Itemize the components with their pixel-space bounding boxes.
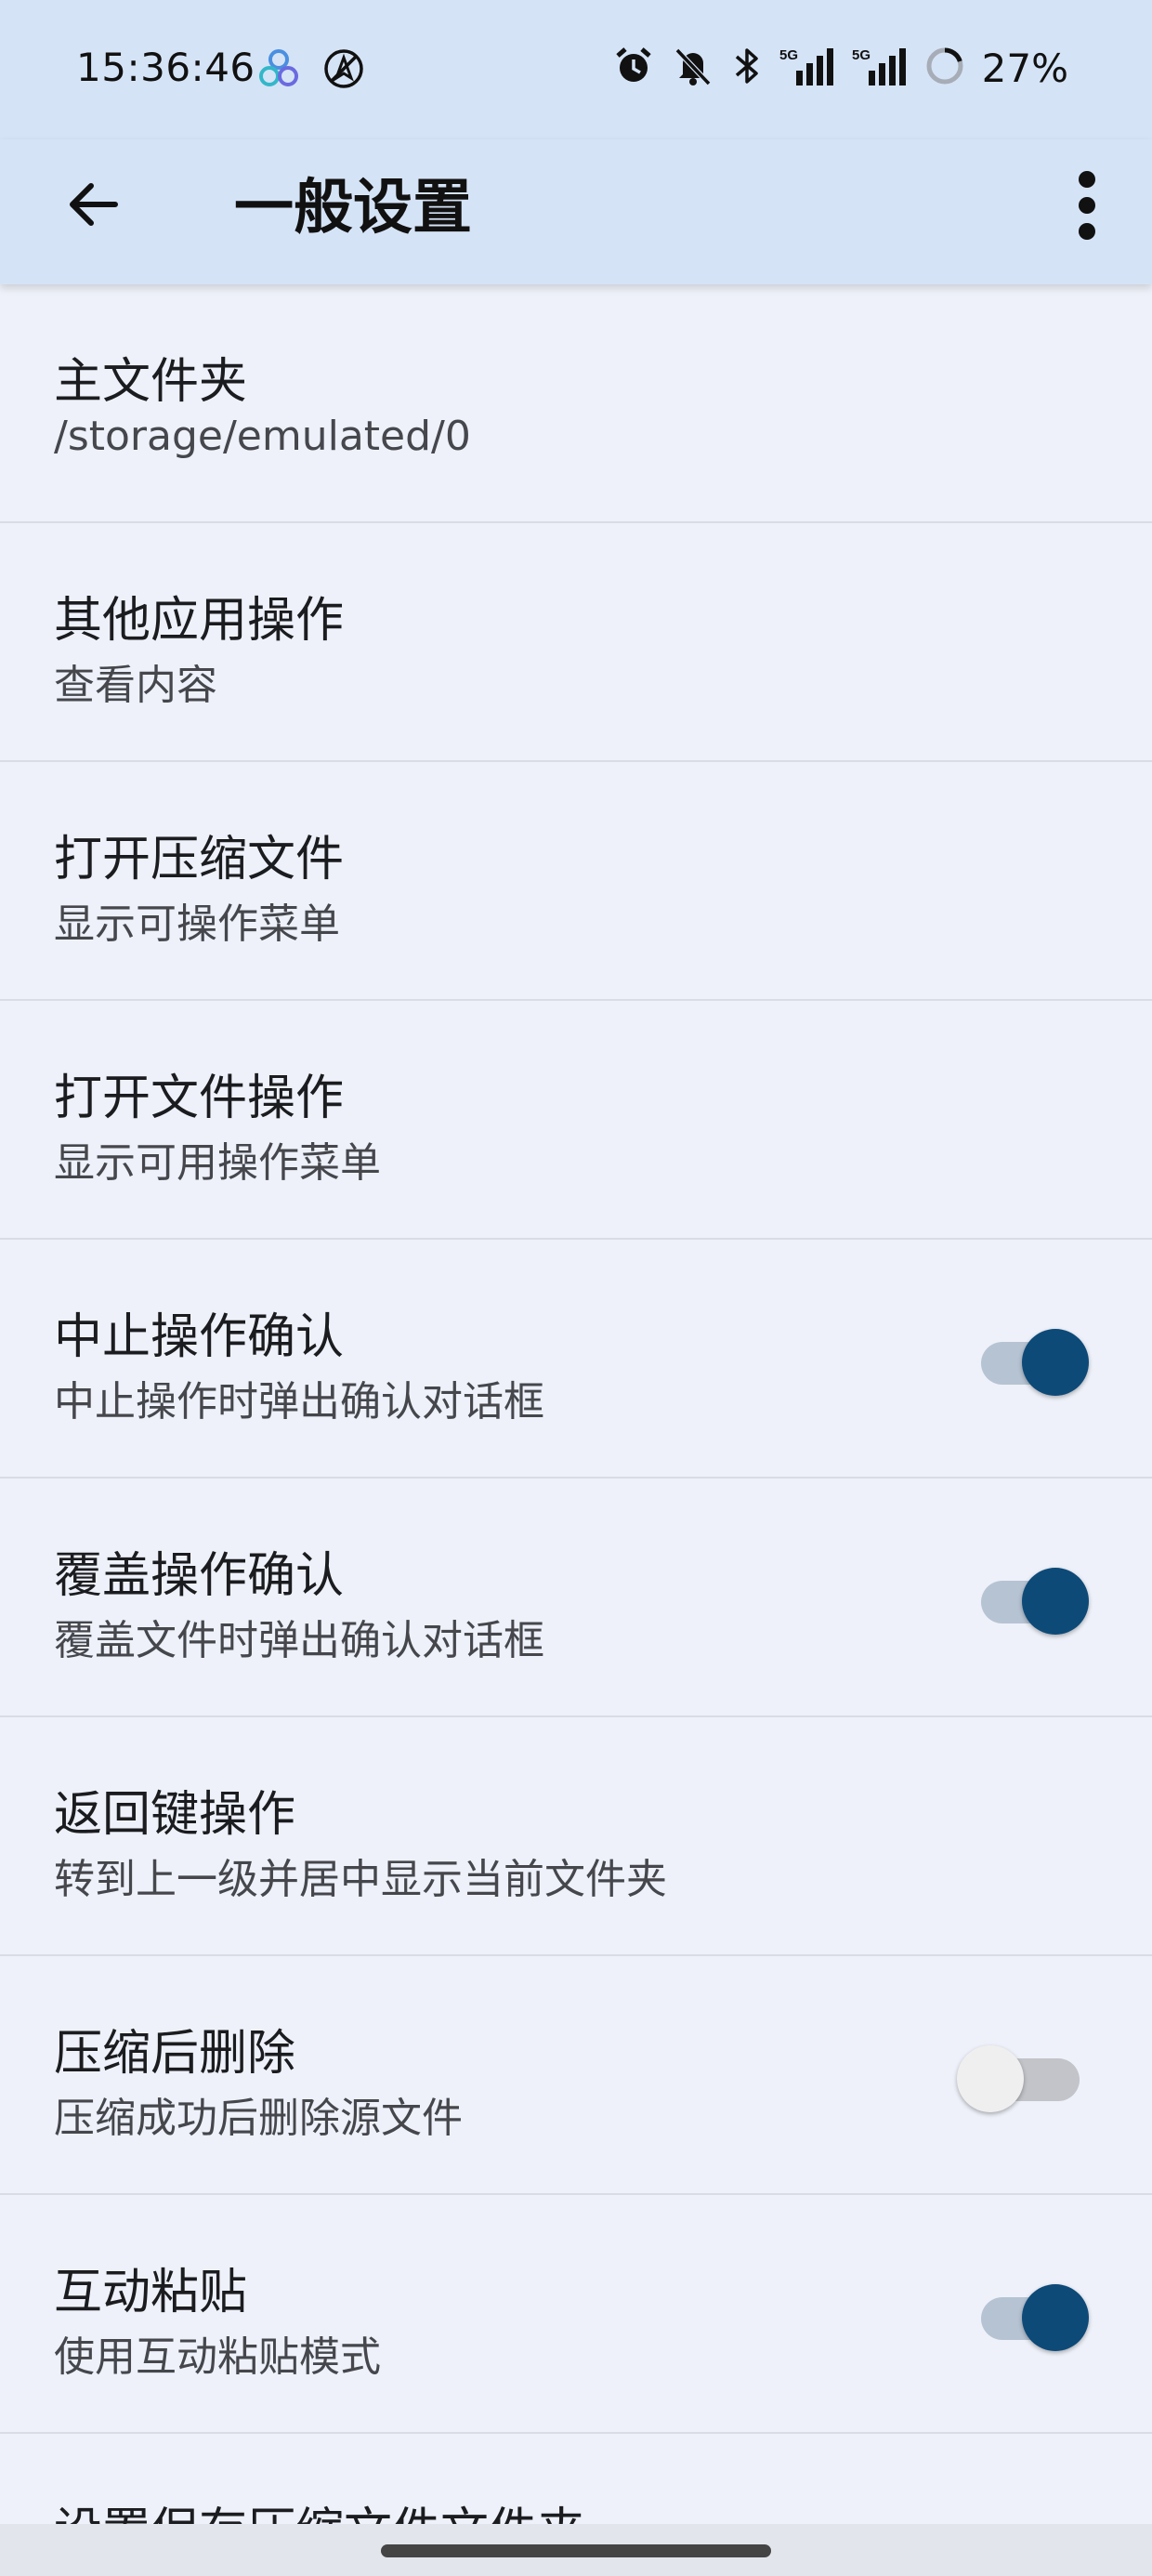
- setting-subtitle: 压缩成功后删除源文件: [54, 2095, 463, 2142]
- more-options-button[interactable]: [1050, 156, 1124, 258]
- setting-subtitle: 显示可用操作菜单: [54, 1139, 381, 1187]
- setting-title: 其他应用操作: [54, 593, 345, 649]
- mute-icon: [672, 45, 714, 91]
- app-notification-icon: [256, 46, 301, 95]
- signal-5g-icon: 5G: [779, 45, 835, 91]
- arrow-back-icon: [63, 175, 123, 238]
- setting-title: 打开压缩文件: [54, 832, 345, 887]
- setting-subtitle: 查看内容: [54, 662, 217, 709]
- setting-open-file-action[interactable]: 打开文件操作 显示可用操作菜单: [0, 1001, 1152, 1240]
- status-bar: 15:36:46 5G 5G 27%: [0, 0, 1152, 139]
- setting-subtitle: 使用互动粘贴模式: [54, 2333, 381, 2381]
- delete-after-compress-toggle[interactable]: [957, 2042, 1089, 2116]
- setting-other-app-action[interactable]: 其他应用操作 查看内容: [0, 523, 1152, 762]
- overwrite-confirm-toggle[interactable]: [977, 1564, 1089, 1638]
- bluetooth-icon: [731, 45, 763, 91]
- interactive-paste-toggle[interactable]: [977, 2280, 1089, 2355]
- setting-title: 覆盖操作确认: [54, 1548, 345, 1604]
- setting-back-key-action[interactable]: 返回键操作 转到上一级并居中显示当前文件夹: [0, 1717, 1152, 1956]
- home-gesture-handle[interactable]: [381, 2544, 771, 2557]
- no-location-icon: [321, 46, 366, 95]
- setting-title: 主文件夹: [54, 354, 248, 410]
- setting-subtitle: /storage/emulated/0: [54, 413, 471, 460]
- setting-title: 压缩后删除: [54, 2026, 296, 2082]
- status-time: 15:36:46: [76, 45, 255, 90]
- back-button[interactable]: [48, 162, 137, 251]
- setting-subtitle: 转到上一级并居中显示当前文件夹: [54, 1856, 667, 1903]
- page-title: 一般设置: [234, 174, 472, 243]
- svg-text:5G: 5G: [852, 47, 871, 63]
- setting-title: 互动粘贴: [54, 2265, 248, 2320]
- setting-overwrite-confirm[interactable]: 覆盖操作确认 覆盖文件时弹出确认对话框: [0, 1479, 1152, 1717]
- battery-percent: 27%: [981, 45, 1068, 91]
- navigation-bar: [0, 2524, 1152, 2576]
- app-bar: 一般设置: [0, 139, 1152, 284]
- settings-list: 主文件夹 /storage/emulated/0 其他应用操作 查看内容 打开压…: [0, 284, 1152, 2559]
- battery-icon: [924, 46, 965, 90]
- abort-confirm-toggle[interactable]: [977, 1325, 1089, 1400]
- setting-subtitle: 覆盖文件时弹出确认对话框: [54, 1617, 544, 1664]
- setting-title: 返回键操作: [54, 1787, 296, 1843]
- more-vert-icon: [1076, 168, 1098, 246]
- setting-interactive-paste[interactable]: 互动粘贴 使用互动粘贴模式: [0, 2195, 1152, 2434]
- setting-subtitle: 显示可操作菜单: [54, 900, 340, 948]
- setting-delete-after-compress[interactable]: 压缩后删除 压缩成功后删除源文件: [0, 1956, 1152, 2195]
- setting-title: 打开文件操作: [54, 1071, 345, 1126]
- signal-5g-icon: 5G: [852, 45, 908, 91]
- alarm-icon: [612, 45, 655, 91]
- setting-abort-confirm[interactable]: 中止操作确认 中止操作时弹出确认对话框: [0, 1240, 1152, 1479]
- setting-open-archive[interactable]: 打开压缩文件 显示可操作菜单: [0, 762, 1152, 1001]
- setting-home-folder[interactable]: 主文件夹 /storage/emulated/0: [0, 284, 1152, 523]
- svg-text:5G: 5G: [779, 47, 798, 63]
- setting-subtitle: 中止操作时弹出确认对话框: [54, 1378, 544, 1426]
- setting-title: 中止操作确认: [54, 1309, 345, 1365]
